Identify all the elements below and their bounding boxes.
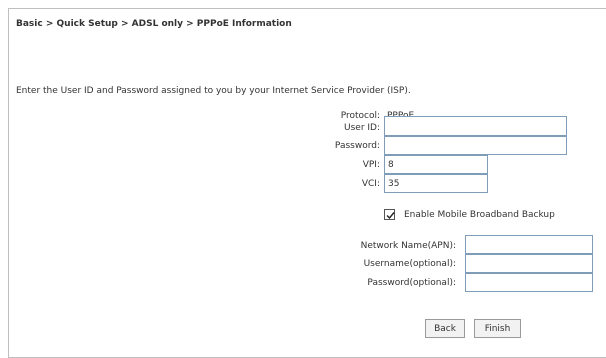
apn-input[interactable] <box>465 235 593 254</box>
breadcrumb: Basic > Quick Setup > ADSL only > PPPoE … <box>16 19 292 29</box>
username-optional-label: Username(optional): <box>363 259 456 269</box>
password-label: Password: <box>334 141 380 151</box>
instructions-text: Enter the User ID and Password assigned … <box>16 86 411 96</box>
password-input[interactable] <box>384 136 567 155</box>
finish-button[interactable]: Finish <box>474 319 521 338</box>
user-id-input[interactable] <box>384 116 567 136</box>
content-panel <box>8 8 606 358</box>
vci-label: VCI: <box>361 179 380 189</box>
protocol-label: Protocol: <box>340 111 380 121</box>
back-button[interactable]: Back <box>425 319 465 338</box>
mobile-backup-label: Enable Mobile Broadband Backup <box>404 210 555 220</box>
vpi-input[interactable] <box>384 155 488 174</box>
user-id-label: User ID: <box>344 123 380 133</box>
password-optional-input[interactable] <box>465 273 593 292</box>
password-optional-label: Password(optional): <box>367 278 456 288</box>
mobile-backup-checkbox[interactable] <box>384 209 395 220</box>
apn-label: Network Name(APN): <box>360 241 456 251</box>
vci-input[interactable] <box>384 174 488 193</box>
checkmark-icon <box>386 212 395 220</box>
username-optional-input[interactable] <box>465 254 593 273</box>
vpi-label: VPI: <box>362 160 380 170</box>
